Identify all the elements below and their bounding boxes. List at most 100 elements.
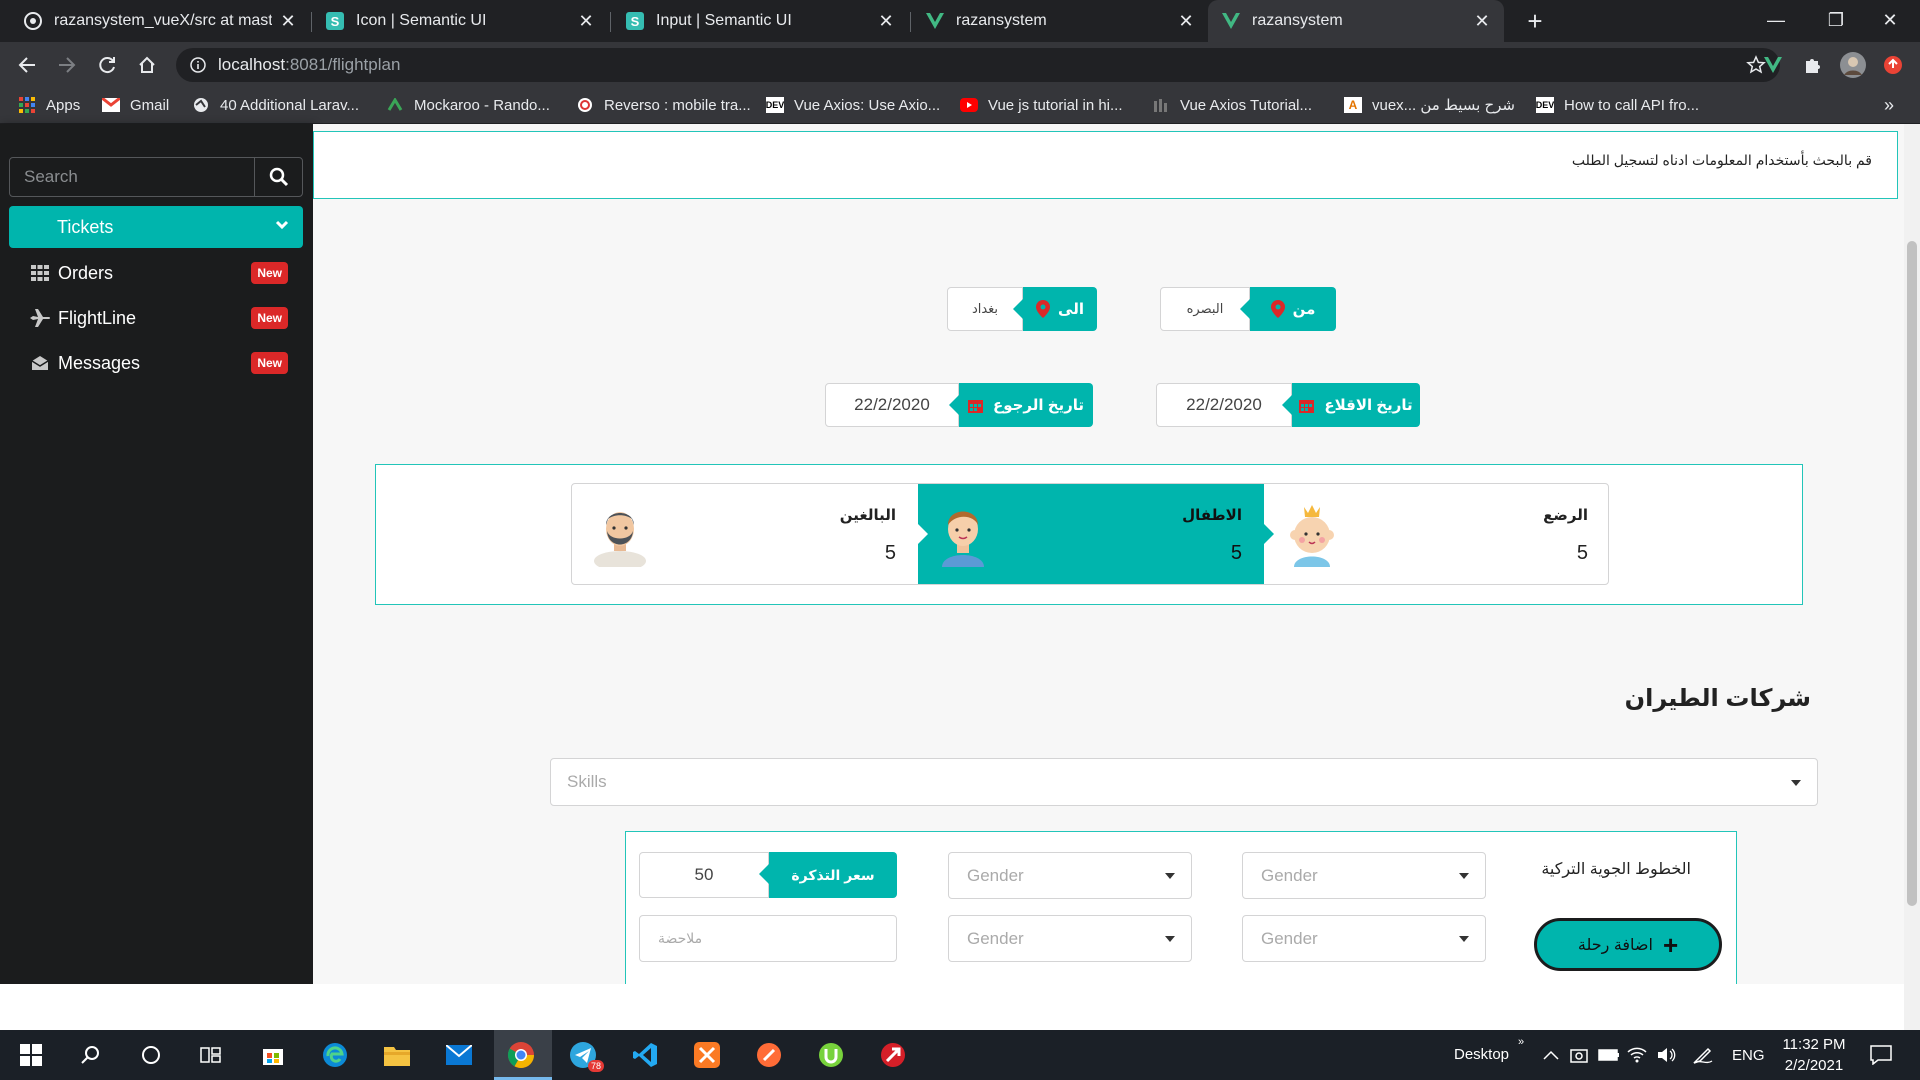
update-alert-icon[interactable] [1880,52,1906,78]
bookmark-call-api[interactable]: DEV How to call API fro... [1536,94,1699,116]
scrollbar-thumb[interactable] [1907,241,1917,906]
tab-title: razansystem_vueX/src at master [54,12,272,29]
file-explorer-icon[interactable] [382,1040,412,1070]
bookmark-vuex[interactable]: A vuex... شرح بسيط من [1344,94,1515,116]
browser-tab[interactable]: S Icon | Semantic UI ✕ [312,0,608,42]
from-city-field[interactable]: البصره من [1160,287,1336,331]
to-city-field[interactable]: بغداد الى [947,287,1097,331]
windows-taskbar: 78 Desktop » ENG 11:32 PM 2/2/2021 [0,1030,1920,1080]
minimize-icon[interactable]: — [1746,0,1806,40]
adults-counter[interactable]: البالغين 5 [572,484,918,584]
store-icon[interactable] [258,1040,288,1070]
bookmark-vue-axios-tutorial[interactable]: Vue Axios Tutorial... [1152,94,1312,116]
ticket-price-field[interactable]: 50 سعر التذكرة [639,852,897,898]
children-label: الاطفال [1182,507,1242,524]
tickets-dropdown[interactable]: Tickets [9,206,303,248]
language-indicator[interactable]: ENG [1732,1047,1765,1064]
departure-date-value[interactable]: 22/2/2020 [1156,383,1292,427]
reload-icon[interactable] [94,52,120,78]
telegram-icon[interactable]: 78 [568,1040,604,1072]
search-input[interactable]: Search [10,158,254,196]
add-trip-button[interactable]: + اضافة رحلة [1534,918,1722,971]
return-date-value[interactable]: 22/2/2020 [825,383,959,427]
browser-tab[interactable]: S Input | Semantic UI ✕ [612,0,908,42]
filezilla-icon[interactable] [878,1040,908,1070]
infants-count: 5 [1576,542,1588,564]
bookmarks-bar: Apps Gmail 40 Additional Larav... Mockar… [0,86,1920,124]
xampp-icon[interactable] [692,1040,722,1070]
clock-time[interactable]: 11:32 PM [1782,1036,1846,1053]
bookmark-reverso[interactable]: Reverso : mobile tra... [576,94,751,116]
new-tab-button[interactable]: + [1520,6,1550,36]
close-icon[interactable]: ✕ [1474,11,1490,32]
pen-icon[interactable] [1688,1040,1718,1070]
cortana-icon[interactable] [136,1040,166,1070]
infant-avatar-icon [1284,501,1340,567]
note-input[interactable]: ملاحضة [639,915,897,962]
browser-tab[interactable]: razansystem ✕ [912,0,1208,42]
close-icon[interactable]: ✕ [1178,11,1194,32]
gender-dropdown[interactable]: Gender [1242,852,1486,899]
wifi-icon[interactable] [1622,1040,1652,1070]
close-icon[interactable]: ✕ [280,11,296,32]
sidebar-item-flightline[interactable]: FlightLine New [30,305,288,331]
page-scrollbar[interactable] [1904,124,1920,1030]
address-bar[interactable]: localhost:8081/flightplan [176,48,1780,82]
bookmark-mockaroo[interactable]: Mockaroo - Rando... [386,94,550,116]
dropdown-caret-icon [1791,780,1801,786]
departure-date-field[interactable]: 22/2/2020 تاريخ الاقلاع [1156,383,1420,427]
children-counter[interactable]: الاطفال 5 [918,484,1274,584]
edge-icon[interactable] [320,1040,350,1070]
browser-tab[interactable]: razansystem_vueX/src at master ✕ [10,0,310,42]
toolbar-overflow-icon[interactable]: » [1518,1036,1524,1048]
bookmarks-overflow-button[interactable]: » [1884,94,1894,116]
bookmark-laravel[interactable]: 40 Additional Larav... [192,94,359,116]
bookmark-gmail[interactable]: Gmail [102,94,169,116]
bookmark-youtube[interactable]: Vue js tutorial in hi... [960,94,1123,116]
search-icon[interactable] [254,158,302,196]
chrome-icon[interactable] [506,1040,536,1070]
url-path: :8081/flightplan [285,55,401,74]
home-icon[interactable] [134,52,160,78]
gender-dropdown[interactable]: Gender [948,852,1192,899]
infants-counter[interactable]: الرضع 5 [1264,484,1610,584]
close-icon[interactable]: ✕ [878,11,894,32]
skills-dropdown[interactable]: Skills [550,758,1818,806]
chevron-up-icon[interactable] [1536,1040,1566,1070]
mail-icon[interactable] [444,1040,474,1070]
search-icon[interactable] [76,1040,106,1070]
to-city-value[interactable]: بغداد [947,287,1023,331]
utorrent-icon[interactable] [816,1040,846,1070]
forward-arrow-icon[interactable] [54,52,80,78]
search-box[interactable]: Search [9,157,303,197]
camera-icon[interactable] [1564,1040,1594,1070]
vscode-icon[interactable] [630,1040,660,1070]
battery-icon[interactable] [1594,1040,1624,1070]
browser-tab-active[interactable]: razansystem ✕ [1208,0,1504,42]
return-date-field[interactable]: 22/2/2020 تاريخ الرجوع [825,383,1093,427]
close-window-icon[interactable]: ✕ [1860,0,1920,40]
postman-icon[interactable] [754,1040,784,1070]
hsoub-icon: A [1344,97,1362,113]
task-view-icon[interactable] [196,1040,226,1070]
vue-devtools-icon[interactable] [1760,52,1786,78]
from-city-value[interactable]: البصره [1160,287,1250,331]
bookmark-apps[interactable]: Apps [18,94,80,116]
info-icon[interactable] [190,57,206,73]
sidebar-item-orders[interactable]: Orders New [30,260,288,286]
restore-icon[interactable]: ❐ [1806,0,1866,40]
gender-dropdown[interactable]: Gender [1242,915,1486,962]
back-arrow-icon[interactable] [14,52,40,78]
ticket-price-value[interactable]: 50 [639,852,769,898]
clock-date[interactable]: 2/2/2021 [1782,1057,1846,1074]
gender-dropdown[interactable]: Gender [948,915,1192,962]
notifications-icon[interactable] [1866,1040,1896,1070]
sidebar-item-messages[interactable]: Messages New [30,350,288,376]
desktop-toolbar-label[interactable]: Desktop [1454,1046,1509,1063]
windows-start-icon[interactable] [16,1040,46,1070]
close-icon[interactable]: ✕ [578,11,594,32]
profile-avatar-icon[interactable] [1840,52,1866,78]
bookmark-vue-axios[interactable]: DEV Vue Axios: Use Axio... [766,94,940,116]
volume-icon[interactable] [1652,1040,1682,1070]
extensions-puzzle-icon[interactable] [1800,52,1826,78]
